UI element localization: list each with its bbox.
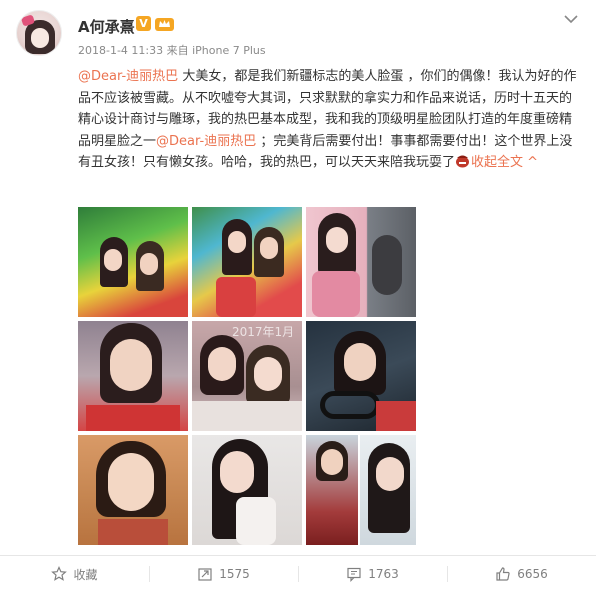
action-bar: 收藏 1575 1763 6656 (0, 556, 596, 592)
favorite-button[interactable]: 收藏 (0, 556, 149, 592)
user-avatar[interactable] (16, 10, 62, 56)
photo-thumbnail[interactable]: 2017年1月 (192, 321, 302, 431)
user-name[interactable]: A何承熹 (78, 16, 135, 37)
collapse-text-link[interactable]: 收起全文 ^ (471, 155, 538, 170)
star-icon (51, 566, 68, 581)
chevron-down-icon[interactable] (564, 14, 578, 24)
collapse-label: 收起全文 (471, 155, 524, 170)
repost-button[interactable]: 1575 (149, 556, 298, 592)
collapse-arrow-icon: ^ (527, 155, 539, 170)
mention-link[interactable]: @Dear-迪丽热巴 (78, 69, 178, 84)
photo-watermark: 2017年1月 (232, 325, 295, 339)
favorite-label: 收藏 (73, 567, 98, 582)
verified-badge-icon: V (136, 16, 151, 31)
photo-thumbnail[interactable] (78, 321, 188, 431)
laughing-face-icon (456, 155, 470, 168)
avatar-face (31, 28, 49, 48)
mention-link[interactable]: @Dear-迪丽热巴 (156, 134, 256, 149)
comment-count: 1763 (368, 567, 399, 581)
thumbs-up-icon (496, 567, 510, 581)
comment-icon (347, 567, 361, 582)
photo-thumbnail[interactable] (78, 435, 188, 545)
photo-grid: 2017年1月 (78, 207, 416, 545)
post-meta: 2018-1-4 11:33 来自 iPhone 7 Plus (78, 44, 266, 57)
repost-count: 1575 (219, 567, 250, 581)
photo-thumbnail[interactable] (306, 435, 416, 545)
post-body: @Dear-迪丽热巴 大美女，都是我们新疆标志的美人脸蛋 ，你们的偶像！我认为好… (78, 66, 583, 174)
photo-thumbnail[interactable] (306, 207, 416, 317)
crown-icon (155, 18, 174, 31)
photo-thumbnail[interactable] (78, 207, 188, 317)
weibo-post-card: A何承熹 V 2018-1-4 11:33 来自 iPhone 7 Plus @… (0, 0, 596, 592)
comment-button[interactable]: 1763 (298, 556, 447, 592)
photo-thumbnail[interactable] (192, 207, 302, 317)
like-button[interactable]: 6656 (447, 556, 596, 592)
photo-thumbnail[interactable] (306, 321, 416, 431)
photo-thumbnail[interactable] (192, 435, 302, 545)
repost-icon (198, 568, 212, 581)
like-count: 6656 (517, 567, 548, 581)
